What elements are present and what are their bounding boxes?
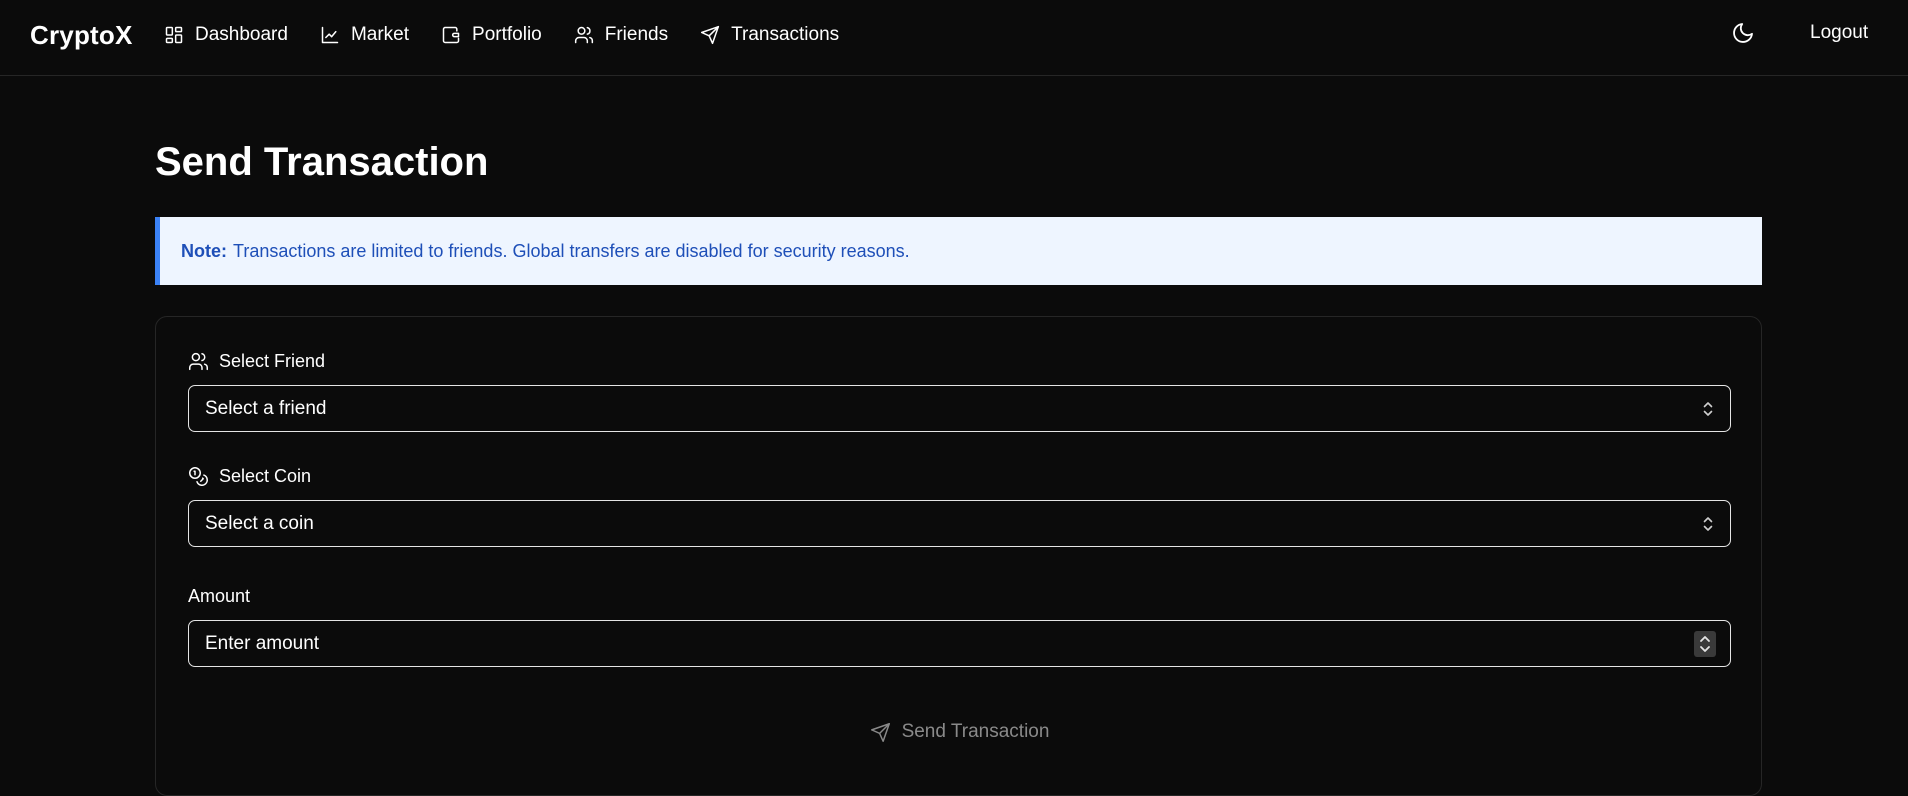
- field-label-text: Select Coin: [219, 466, 312, 486]
- nav-item-portfolio[interactable]: Portfolio: [441, 15, 542, 55]
- field-label-text: Amount: [188, 586, 251, 606]
- note-text: Transactions are limited to friends. Glo…: [233, 240, 910, 261]
- coins-icon: [189, 467, 208, 486]
- page-title: Send Transaction: [155, 140, 489, 184]
- line-chart-icon: [321, 26, 339, 44]
- send-transaction-button[interactable]: Send Transaction: [156, 712, 1763, 752]
- nav-item-friends[interactable]: Friends: [574, 15, 668, 55]
- send-icon: [701, 25, 720, 45]
- coin-select-value: Select a coin: [205, 512, 314, 534]
- select-friend-label: Select Friend: [188, 351, 325, 372]
- chevron-down-icon[interactable]: [1699, 644, 1711, 654]
- field-label-text: Select Friend: [219, 351, 326, 371]
- note-label: Note:: [181, 240, 227, 261]
- chevron-up-icon[interactable]: [1699, 634, 1711, 644]
- nav-item-dashboard[interactable]: Dashboard: [164, 15, 288, 55]
- main-nav: Dashboard Market Portfolio Friends Trans…: [164, 0, 871, 70]
- select-coin-label: Select Coin: [188, 466, 311, 487]
- amount-label: Amount: [188, 586, 250, 607]
- top-navbar: CryptoX Dashboard Market Portfolio Frien…: [0, 0, 1908, 76]
- nav-item-transactions[interactable]: Transactions: [700, 15, 839, 55]
- layout-grid-icon: [165, 26, 183, 44]
- info-note: Note: Transactions are limited to friend…: [155, 217, 1762, 285]
- theme-toggle-button[interactable]: [1731, 21, 1757, 47]
- friend-select-value: Select a friend: [205, 397, 327, 419]
- nav-item-market[interactable]: Market: [320, 15, 409, 55]
- nav-item-label: Dashboard: [195, 24, 288, 45]
- amount-input[interactable]: Enter amount: [188, 620, 1731, 667]
- chevrons-up-down-icon: [1702, 400, 1714, 418]
- wallet-icon: [442, 26, 460, 44]
- number-spinner[interactable]: [1694, 631, 1716, 657]
- moon-icon: [1733, 23, 1753, 43]
- chevrons-up-down-icon: [1702, 515, 1714, 533]
- send-transaction-label: Send Transaction: [901, 721, 1050, 742]
- nav-item-label: Transactions: [731, 24, 840, 45]
- users-icon: [189, 352, 208, 371]
- send-icon: [870, 722, 890, 742]
- nav-item-label: Friends: [604, 24, 669, 45]
- logout-button[interactable]: Logout: [1810, 22, 1868, 44]
- send-transaction-form: Select Friend Select a friend Select Coi…: [155, 316, 1762, 796]
- nav-item-label: Portfolio: [472, 24, 542, 45]
- users-icon: [574, 26, 593, 44]
- nav-item-label: Market: [350, 24, 410, 45]
- coin-select[interactable]: Select a coin: [188, 500, 1731, 547]
- brand-logo[interactable]: CryptoX: [30, 20, 133, 51]
- amount-input-placeholder: Enter amount: [205, 632, 320, 654]
- friend-select[interactable]: Select a friend: [188, 385, 1731, 432]
